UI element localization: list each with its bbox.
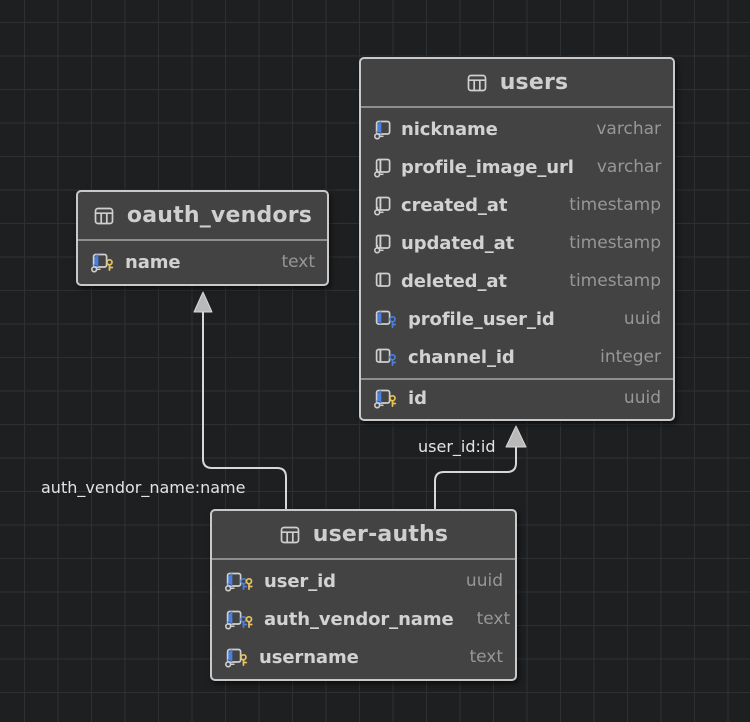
table-icon — [94, 207, 114, 224]
column-icon — [375, 348, 397, 366]
field-type: integer — [600, 347, 661, 367]
table-fields-users: nickname varchar profile_image_url varchar c… — [361, 108, 673, 419]
column-icon — [91, 253, 114, 273]
field-name: auth_vendor_name — [264, 608, 454, 630]
column-icon — [374, 120, 391, 140]
field-name: deleted_at — [401, 270, 507, 292]
field-name: updated_at — [401, 232, 515, 254]
table-header-oauth_vendors[interactable]: oauth_vendors — [78, 192, 327, 241]
field-row[interactable]: name text — [78, 243, 327, 281]
field-type: text — [281, 252, 315, 272]
field-row[interactable]: profile_image_url varchar — [361, 148, 673, 186]
table-node-users[interactable]: users nickname varchar profile_image_url var… — [359, 57, 675, 421]
table-header-users[interactable]: users — [361, 59, 673, 108]
column-icon — [225, 610, 253, 630]
relationship-label-user-id-rel: user_id:id — [418, 437, 496, 456]
field-name: profile_image_url — [401, 156, 574, 178]
relationship-arrow-icon — [505, 425, 527, 448]
field-row[interactable]: user_id uuid — [212, 562, 515, 600]
table-title: user-auths — [312, 522, 449, 547]
field-name: created_at — [401, 194, 508, 216]
field-type: uuid — [465, 571, 503, 591]
field-row[interactable]: profile_user_id uuid — [361, 300, 673, 338]
table-fields-oauth_vendors: name text — [78, 241, 327, 284]
table-icon — [467, 74, 487, 91]
field-type: uuid — [623, 388, 661, 408]
field-type: uuid — [623, 309, 661, 329]
column-icon — [225, 648, 248, 668]
field-row[interactable]: updated_at timestamp — [361, 224, 673, 262]
field-name: username — [259, 646, 359, 668]
field-row[interactable]: created_at timestamp — [361, 186, 673, 224]
field-row[interactable]: deleted_at timestamp — [361, 262, 673, 300]
field-row[interactable]: username text — [212, 638, 515, 676]
field-type: timestamp — [569, 195, 661, 215]
table-header-user-auths[interactable]: user-auths — [212, 511, 515, 560]
field-type: varchar — [596, 119, 661, 139]
field-row[interactable]: channel_id integer — [361, 338, 673, 376]
field-type: text — [476, 609, 511, 629]
field-name: profile_user_id — [408, 308, 555, 330]
field-name: id — [408, 387, 427, 409]
table-title: users — [499, 70, 569, 95]
table-icon — [280, 526, 300, 543]
column-icon — [374, 234, 391, 254]
table-node-user-auths[interactable]: user-auths user_id uuid auth_vendor_name tex… — [210, 509, 517, 681]
table-fields-user-auths: user_id uuid auth_vendor_name text username t… — [212, 560, 515, 679]
column-icon — [225, 572, 253, 592]
field-name: user_id — [264, 570, 336, 592]
column-icon — [374, 158, 391, 178]
relationship-label-auth-vendor-rel: auth_vendor_name:name — [41, 478, 246, 497]
field-row[interactable]: nickname varchar — [361, 110, 673, 148]
table-node-oauth_vendors[interactable]: oauth_vendorsname text — [76, 190, 329, 286]
column-icon — [375, 310, 397, 328]
field-name: nickname — [401, 118, 498, 140]
field-type: varchar — [596, 157, 662, 177]
field-name: name — [125, 251, 181, 273]
field-row[interactable]: auth_vendor_name text — [212, 600, 515, 638]
column-icon — [374, 196, 391, 216]
field-type: timestamp — [569, 233, 661, 253]
diagram-canvas[interactable]: auth_vendor_name:name user_id:id users nic… — [0, 0, 750, 722]
field-row[interactable]: id uuid — [361, 378, 673, 416]
field-name: channel_id — [408, 346, 515, 368]
relationship-arrow-icon — [193, 291, 213, 313]
column-icon — [375, 272, 391, 287]
field-type: timestamp — [569, 271, 661, 291]
table-title: oauth_vendors — [126, 203, 313, 228]
field-type: text — [469, 647, 503, 667]
column-icon — [374, 389, 397, 409]
